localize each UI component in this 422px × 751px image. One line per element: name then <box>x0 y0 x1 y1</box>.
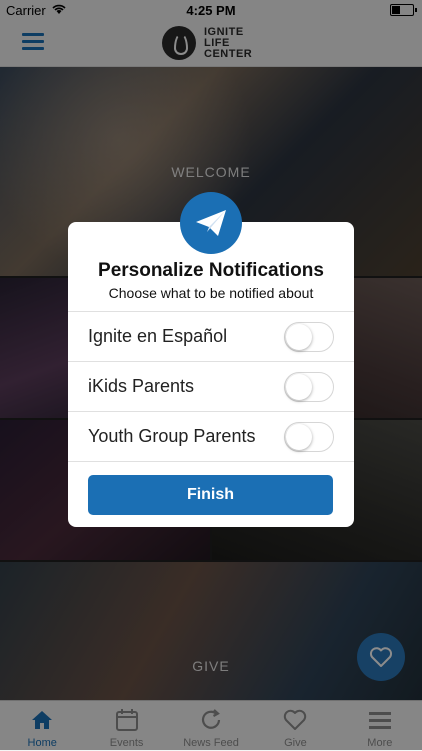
dialog-title: Personalize Notifications <box>98 260 324 281</box>
youth-group-parents-toggle[interactable] <box>284 422 334 452</box>
paper-plane-icon <box>180 192 242 254</box>
option-label: Youth Group Parents <box>88 426 256 446</box>
option-row-youth-group-parents: Youth Group Parents <box>68 411 354 462</box>
option-row-ikids-parents: iKids Parents <box>68 361 354 412</box>
finish-button[interactable]: Finish <box>88 475 333 515</box>
notifications-dialog: Personalize Notifications Choose what to… <box>68 192 354 527</box>
option-row-ignite-espanol: Ignite en Español <box>68 311 354 362</box>
ikids-parents-toggle[interactable] <box>284 372 334 402</box>
option-label: Ignite en Español <box>88 326 228 346</box>
divider <box>68 461 354 462</box>
ignite-espanol-toggle[interactable] <box>284 322 334 352</box>
dialog-subtitle: Choose what to be notified about <box>108 285 314 301</box>
option-label: iKids Parents <box>88 376 195 396</box>
